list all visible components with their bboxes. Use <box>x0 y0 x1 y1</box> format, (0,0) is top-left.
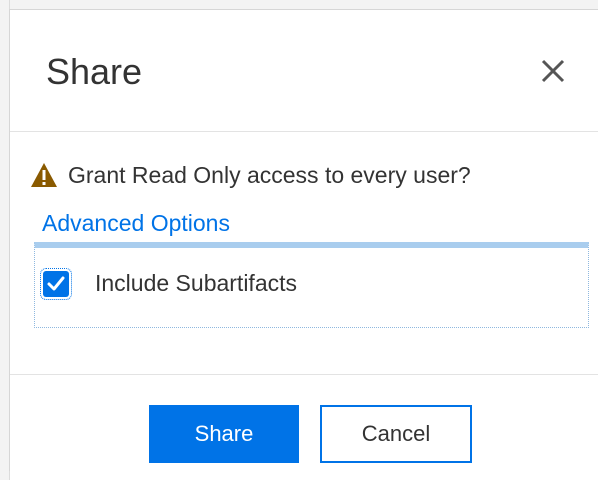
include-subartifacts-label: Include Subartifacts <box>95 270 298 296</box>
include-subartifacts-option[interactable]: Include Subartifacts <box>40 267 298 300</box>
advanced-options-link[interactable]: Advanced Options <box>42 210 230 237</box>
close-icon <box>541 59 565 83</box>
dialog-title: Share <box>46 51 143 92</box>
dialog-footer: Share Cancel <box>10 374 598 472</box>
share-button[interactable]: Share <box>149 405 299 463</box>
warning-triangle-icon <box>31 163 57 187</box>
cancel-button[interactable]: Cancel <box>320 405 472 463</box>
warning-text: Grant Read Only access to every user? <box>68 161 471 188</box>
background-top-strip <box>0 0 598 9</box>
dialog-header: Share <box>10 10 598 132</box>
include-subartifacts-checkbox[interactable] <box>40 267 72 300</box>
advanced-options-panel: Include Subartifacts <box>34 242 589 328</box>
close-button[interactable] <box>538 56 568 86</box>
warning-message: Grant Read Only access to every user? <box>30 158 471 192</box>
share-dialog: Share Grant Read Only access to every us… <box>9 9 598 471</box>
checkmark-icon <box>47 276 65 290</box>
